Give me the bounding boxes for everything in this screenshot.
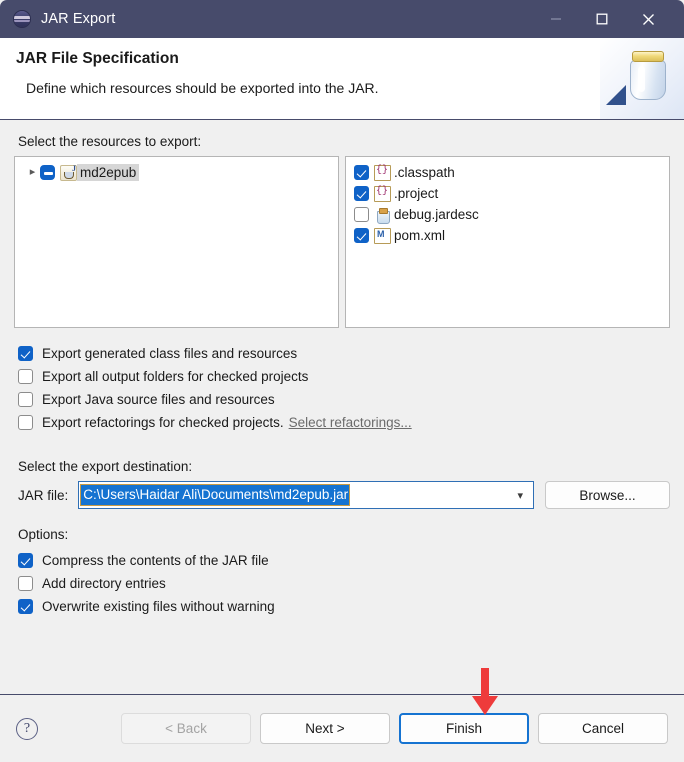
file-list[interactable]: .classpath .project debug.jardesc pom.xm… [345, 156, 670, 328]
cancel-button[interactable]: Cancel [538, 713, 668, 744]
jar-export-dialog: JAR Export JAR File Specification Define… [0, 0, 684, 762]
dialog-header: JAR File Specification Define which reso… [0, 38, 684, 120]
option-export-all-output-folders[interactable]: Export all output folders for checked pr… [14, 365, 670, 388]
options-section: Options: Compress the contents of the JA… [14, 527, 670, 618]
option-add-directory-entries[interactable]: Add directory entries [14, 572, 670, 595]
options-label: Options: [18, 527, 69, 542]
option-checkbox[interactable] [18, 369, 33, 384]
option-overwrite-existing[interactable]: Overwrite existing files without warning [14, 595, 670, 618]
jar-file-input[interactable]: C:\Users\Haidar Ali\Documents\md2epub.ja… [78, 481, 534, 509]
file-label: .classpath [394, 165, 455, 180]
help-icon[interactable]: ? [16, 717, 38, 740]
tree-row[interactable]: ▸ md2epub [18, 162, 335, 183]
java-project-icon [60, 164, 77, 181]
file-checkbox[interactable] [354, 207, 369, 222]
resources-label: Select the resources to export: [18, 134, 202, 149]
window-title: JAR Export [41, 11, 116, 27]
xml-file-icon [374, 164, 391, 181]
option-label: Overwrite existing files without warning [42, 599, 275, 614]
option-label: Add directory entries [42, 576, 166, 591]
export-destination-section: Select the export destination: JAR file:… [14, 459, 670, 509]
option-checkbox[interactable] [18, 576, 33, 591]
option-checkbox[interactable] [18, 599, 33, 614]
option-label: Export generated class files and resourc… [42, 346, 298, 361]
maximize-icon[interactable] [579, 0, 625, 38]
option-checkbox[interactable] [18, 415, 33, 430]
file-label: debug.jardesc [394, 207, 479, 222]
title-bar: JAR Export [0, 0, 684, 38]
list-item[interactable]: .project [349, 183, 666, 204]
destination-label: Select the export destination: [18, 459, 193, 474]
xml-file-icon [374, 185, 391, 202]
file-label: .project [394, 186, 439, 201]
close-icon[interactable] [625, 0, 671, 38]
file-label: pom.xml [394, 228, 446, 243]
page-title: JAR File Specification [16, 50, 179, 67]
option-checkbox[interactable] [18, 553, 33, 568]
dialog-footer: ? < Back Next > Finish Cancel [0, 694, 684, 762]
option-label: Export Java source files and resources [42, 392, 275, 407]
browse-button[interactable]: Browse... [545, 481, 670, 509]
jar-file-label: JAR file: [18, 487, 69, 503]
chevron-right-icon[interactable]: ▸ [25, 167, 40, 178]
next-button[interactable]: Next > [260, 713, 390, 744]
option-label: Export refactorings for checked projects… [42, 415, 284, 430]
option-label: Compress the contents of the JAR file [42, 553, 269, 568]
option-export-generated-class-files[interactable]: Export generated class files and resourc… [14, 342, 670, 365]
page-subtitle: Define which resources should be exporte… [26, 80, 379, 96]
maven-pom-icon [374, 227, 391, 244]
file-checkbox[interactable] [354, 186, 369, 201]
list-item[interactable]: .classpath [349, 162, 666, 183]
option-checkbox[interactable] [18, 392, 33, 407]
jar-banner-icon [600, 38, 684, 119]
list-item[interactable]: pom.xml [349, 225, 666, 246]
option-label: Export all output folders for checked pr… [42, 369, 309, 384]
jar-file-value: C:\Users\Haidar Ali\Documents\md2epub.ja… [80, 484, 351, 506]
jar-file-row: JAR file: C:\Users\Haidar Ali\Documents\… [14, 481, 670, 509]
dialog-body: Select the resources to export: ▸ md2epu… [0, 120, 684, 694]
list-item[interactable]: debug.jardesc [349, 204, 666, 225]
select-refactorings-link[interactable]: Select refactorings... [289, 415, 412, 430]
footer-buttons: < Back Next > Finish Cancel [121, 713, 668, 744]
chevron-down-icon[interactable]: ▾ [517, 489, 529, 502]
tree-checkbox[interactable] [40, 165, 55, 180]
minimize-icon[interactable] [533, 0, 579, 38]
option-compress-jar[interactable]: Compress the contents of the JAR file [14, 549, 670, 572]
export-options: Export generated class files and resourc… [14, 342, 670, 434]
project-tree[interactable]: ▸ md2epub [14, 156, 339, 328]
file-checkbox[interactable] [354, 228, 369, 243]
option-export-java-source-files[interactable]: Export Java source files and resources [14, 388, 670, 411]
file-checkbox[interactable] [354, 165, 369, 180]
option-export-refactorings[interactable]: Export refactorings for checked projects… [14, 411, 670, 434]
tree-item-label: md2epub [77, 164, 140, 181]
window-controls [533, 0, 684, 38]
back-button[interactable]: < Back [121, 713, 251, 744]
jardesc-file-icon [374, 207, 391, 224]
option-checkbox[interactable] [18, 346, 33, 361]
eclipse-icon [14, 11, 30, 27]
resource-panes: ▸ md2epub .classpath .project [14, 156, 670, 328]
finish-button[interactable]: Finish [399, 713, 529, 744]
